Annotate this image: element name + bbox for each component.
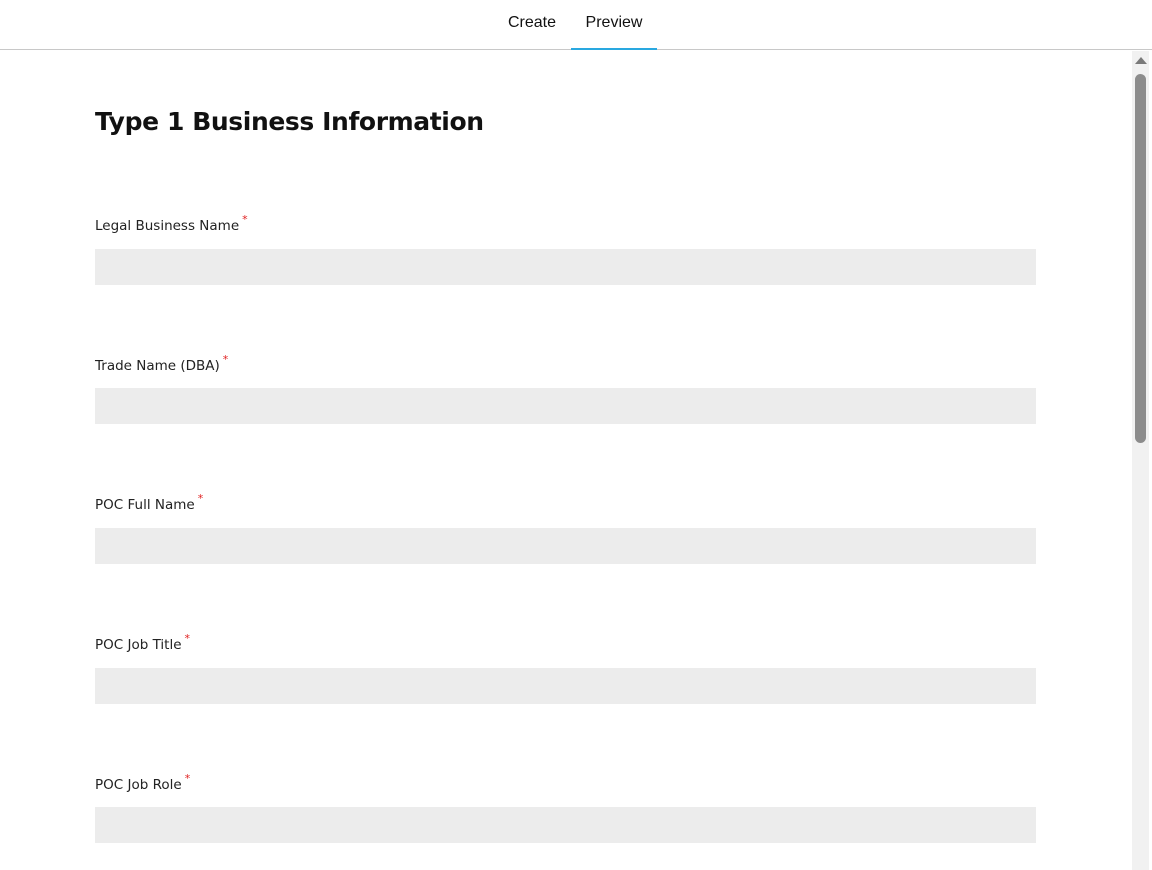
field-label-legal-business-name: Legal Business Name * <box>95 213 248 234</box>
top-tab-bar: Create Preview <box>0 0 1152 50</box>
legal-business-name-input[interactable] <box>95 249 1036 285</box>
poc-job-role-input[interactable] <box>95 807 1036 843</box>
tab-create[interactable]: Create <box>494 0 570 50</box>
field-label-text: POC Job Title <box>95 637 182 653</box>
field-label-trade-name: Trade Name (DBA) * <box>95 353 228 374</box>
scroll-up-arrow-icon[interactable] <box>1135 57 1147 64</box>
field-label-poc-job-title: POC Job Title * <box>95 632 190 653</box>
required-marker: * <box>184 632 191 645</box>
required-marker: * <box>197 492 204 505</box>
poc-full-name-input[interactable] <box>95 528 1036 564</box>
poc-job-title-input[interactable] <box>95 668 1036 704</box>
field-label-text: POC Job Role <box>95 777 182 793</box>
tab-preview[interactable]: Preview <box>571 0 657 50</box>
field-label-text: Trade Name (DBA) <box>95 358 220 374</box>
field-label-text: POC Full Name <box>95 497 195 513</box>
trade-name-input[interactable] <box>95 388 1036 424</box>
vertical-scrollbar[interactable] <box>1132 51 1149 870</box>
form-title: Type 1 Business Information <box>95 107 484 136</box>
required-marker: * <box>184 772 191 785</box>
required-marker: * <box>222 353 229 366</box>
form-preview-area: Type 1 Business Information Legal Busine… <box>0 51 1132 870</box>
field-label-text: Legal Business Name <box>95 218 240 234</box>
field-label-poc-full-name: POC Full Name * <box>95 492 203 513</box>
scrollbar-thumb[interactable] <box>1135 74 1146 443</box>
required-marker: * <box>242 213 248 226</box>
field-label-poc-job-role: POC Job Role * <box>95 772 190 793</box>
